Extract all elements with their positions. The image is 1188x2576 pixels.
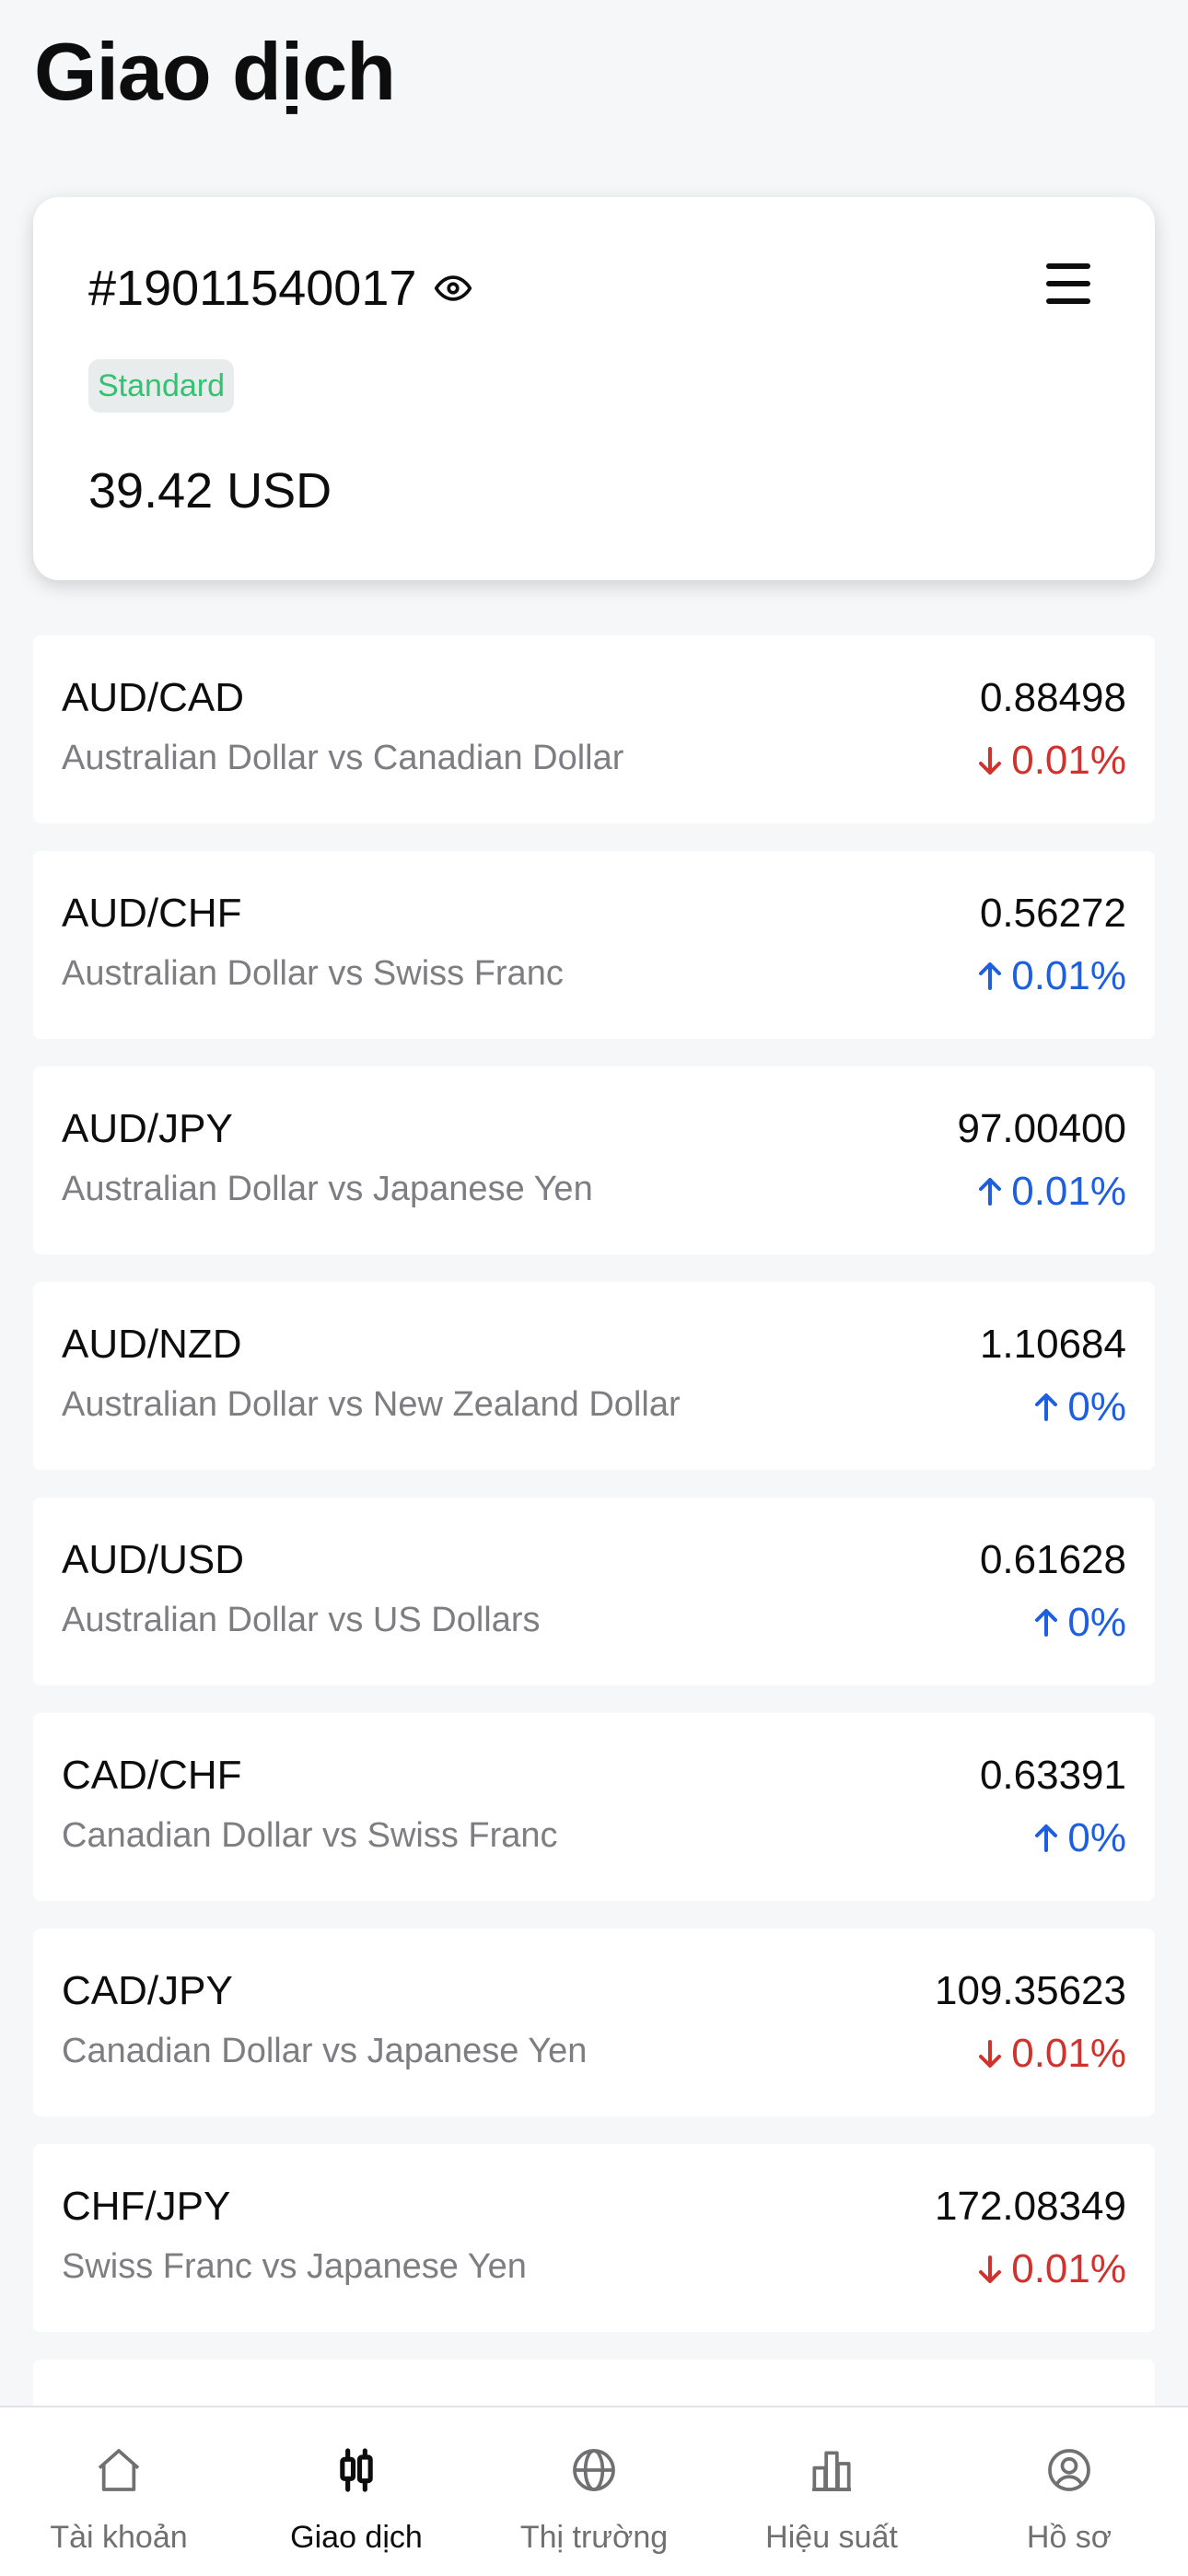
- price-change: 0.01%: [976, 1171, 1126, 1212]
- list-item[interactable]: AUD/CAD Australian Dollar vs Canadian Do…: [33, 635, 1155, 823]
- instrument-price: 1.10684: [979, 1322, 1126, 1367]
- tab-market[interactable]: Thị trường: [475, 2407, 713, 2576]
- price-change-value: 0.01%: [1011, 2031, 1126, 2076]
- tab-account[interactable]: Tài khoản: [0, 2407, 238, 2576]
- price-change-value: 0.01%: [1011, 953, 1126, 998]
- tab-label: Hiệu suất: [765, 2520, 898, 2555]
- price-change: 0%: [1032, 1603, 1126, 1643]
- arrow-down-icon: [979, 2040, 1002, 2068]
- instrument-price: 0.63391: [979, 1753, 1126, 1798]
- menu-icon[interactable]: [1046, 263, 1090, 304]
- account-number: #19011540017: [88, 261, 417, 316]
- price-change: 0.01%: [976, 2249, 1126, 2290]
- list-item[interactable]: AUD/CHF Australian Dollar vs Swiss Franc…: [33, 851, 1155, 1039]
- instrument-symbol: AUD/CHF: [62, 891, 242, 936]
- arrow-up-icon: [1035, 1824, 1058, 1852]
- instrument-symbol: AUD/NZD: [62, 1322, 242, 1367]
- account-card[interactable]: #19011540017 Standard 39.42 USD: [33, 197, 1155, 580]
- list-item[interactable]: CHF/JPY Swiss Franc vs Japanese Yen 172.…: [33, 2144, 1155, 2332]
- instrument-symbol: CAD/JPY: [62, 1968, 233, 2013]
- globe-icon: [573, 2449, 615, 2491]
- eye-icon[interactable]: [433, 268, 473, 309]
- instrument-symbol: CHF/JPY: [62, 2184, 231, 2229]
- tab-bar: Tài khoản Giao dịch Thị trường Hiệu suất: [0, 2406, 1188, 2576]
- candlestick-icon: [340, 2448, 373, 2492]
- instrument-name: Canadian Dollar vs Swiss Franc: [62, 1816, 558, 1855]
- tab-label: Thị trường: [519, 2520, 669, 2555]
- instrument-name: Australian Dollar vs Swiss Franc: [62, 954, 564, 993]
- price-change: 0.01%: [976, 2034, 1126, 2074]
- tab-label: Hồ sơ: [1026, 2520, 1112, 2555]
- instrument-name: Australian Dollar vs Japanese Yen: [62, 1170, 593, 1208]
- instrument-symbol: AUD/USD: [62, 1537, 245, 1582]
- instrument-price: 0.88498: [979, 675, 1126, 720]
- price-change-value: 0.01%: [1011, 738, 1126, 783]
- price-change-value: 0%: [1067, 1815, 1126, 1860]
- instrument-list: AUD/CAD Australian Dollar vs Canadian Do…: [33, 635, 1155, 2442]
- arrow-up-icon: [979, 962, 1002, 990]
- price-change: 0%: [1032, 1387, 1126, 1428]
- instrument-price: 97.00400: [957, 1106, 1126, 1151]
- list-item[interactable]: CAD/JPY Canadian Dollar vs Japanese Yen …: [33, 1929, 1155, 2116]
- profile-icon: [1048, 2449, 1090, 2491]
- page-title: Giao dịch: [34, 26, 396, 117]
- instrument-price: 0.61628: [979, 1537, 1126, 1582]
- price-change-value: 0.01%: [1011, 2246, 1126, 2291]
- price-change: 0.01%: [976, 740, 1126, 781]
- tab-profile[interactable]: Hồ sơ: [950, 2407, 1188, 2576]
- arrow-up-icon: [1035, 1609, 1058, 1637]
- arrow-up-icon: [1035, 1393, 1058, 1421]
- list-item[interactable]: AUD/JPY Australian Dollar vs Japanese Ye…: [33, 1067, 1155, 1254]
- list-item[interactable]: CAD/CHF Canadian Dollar vs Swiss Franc 0…: [33, 1713, 1155, 1901]
- tab-trade[interactable]: Giao dịch: [238, 2407, 475, 2576]
- arrow-up-icon: [979, 1178, 1002, 1206]
- tab-label: Tài khoản: [50, 2520, 188, 2555]
- tab-label: Giao dịch: [290, 2520, 423, 2555]
- price-change-value: 0.01%: [1011, 1169, 1126, 1214]
- arrow-down-icon: [979, 747, 1002, 775]
- list-item[interactable]: AUD/NZD Australian Dollar vs New Zealand…: [33, 1282, 1155, 1470]
- instrument-symbol: AUD/CAD: [62, 675, 245, 720]
- price-change-value: 0%: [1067, 1384, 1126, 1429]
- instrument-symbol: CAD/CHF: [62, 1753, 242, 1798]
- account-type-badge: Standard: [88, 359, 234, 413]
- list-item[interactable]: AUD/USD Australian Dollar vs US Dollars …: [33, 1498, 1155, 1685]
- instrument-name: Swiss Franc vs Japanese Yen: [62, 2247, 527, 2286]
- price-change-value: 0%: [1067, 1600, 1126, 1645]
- instrument-price: 0.56272: [979, 891, 1126, 936]
- price-change: 0.01%: [976, 956, 1126, 997]
- home-icon: [98, 2449, 140, 2491]
- instrument-name: Australian Dollar vs New Zealand Dollar: [62, 1385, 681, 1424]
- instrument-name: Canadian Dollar vs Japanese Yen: [62, 2032, 588, 2070]
- instrument-price: 172.08349: [935, 2184, 1126, 2229]
- instrument-name: Australian Dollar vs US Dollars: [62, 1601, 541, 1639]
- instrument-symbol: AUD/JPY: [62, 1106, 233, 1151]
- bar-chart-icon: [812, 2451, 851, 2491]
- account-balance: 39.42 USD: [88, 463, 332, 519]
- arrow-down-icon: [979, 2255, 1002, 2283]
- account-number-row: #19011540017: [88, 263, 473, 313]
- price-change: 0%: [1032, 1818, 1126, 1859]
- instrument-name: Australian Dollar vs Canadian Dollar: [62, 739, 624, 777]
- tab-performance[interactable]: Hiệu suất: [713, 2407, 950, 2576]
- instrument-price: 109.35623: [935, 1968, 1126, 2013]
